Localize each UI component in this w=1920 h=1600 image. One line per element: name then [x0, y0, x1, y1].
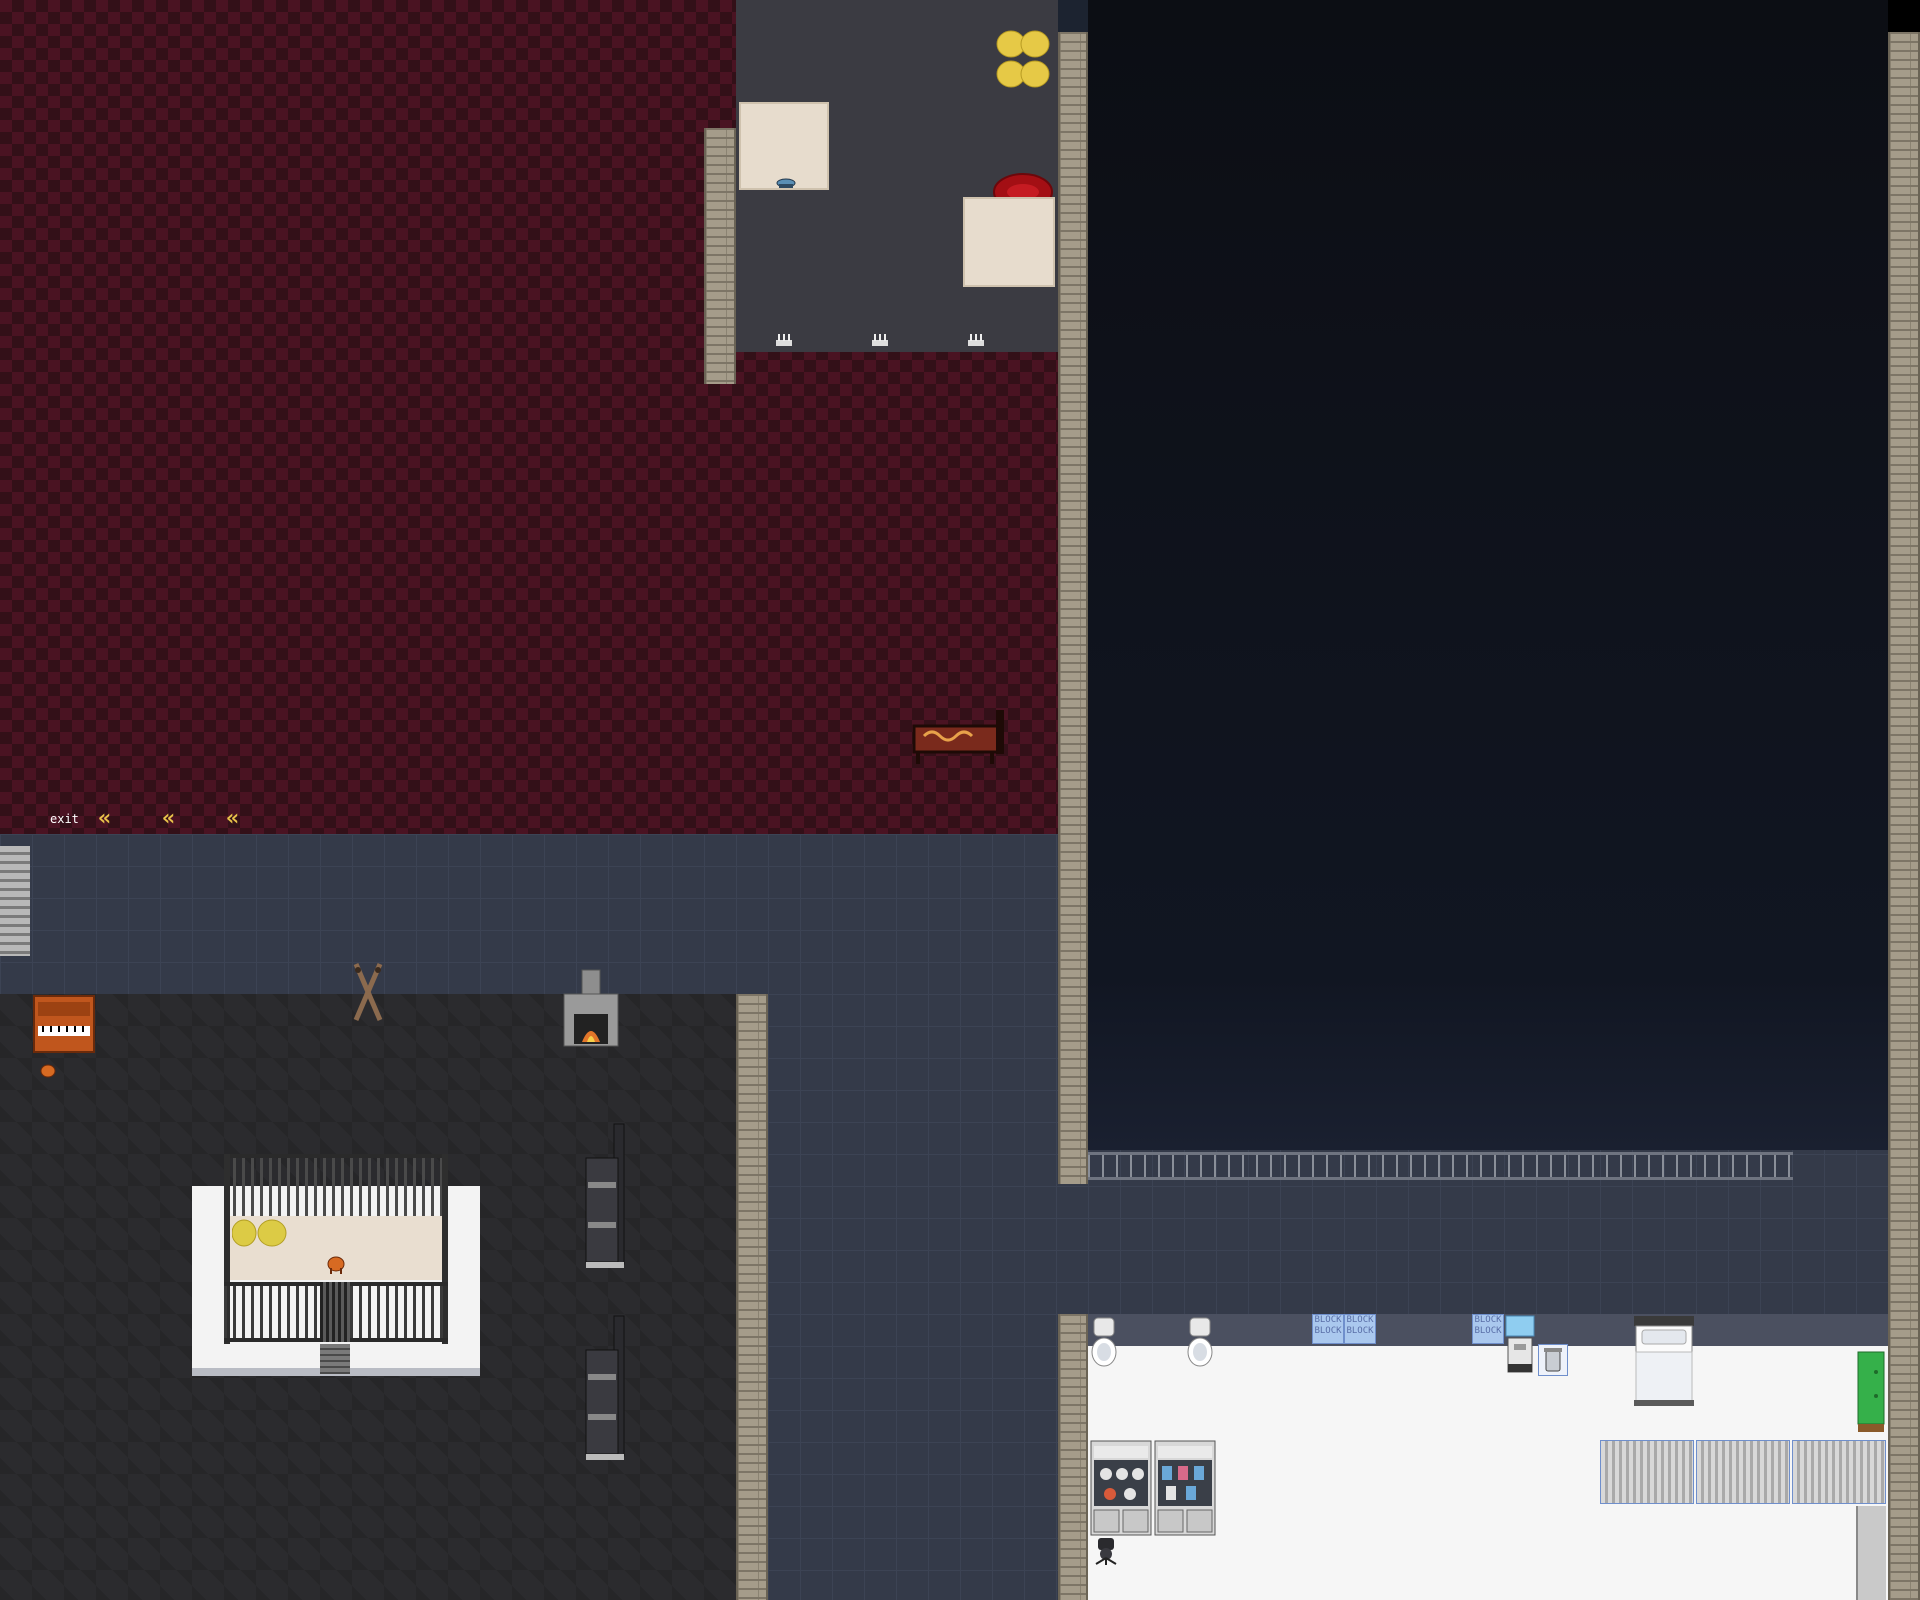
water-bowl[interactable]: [776, 175, 796, 188]
toilet-2[interactable]: [1186, 1316, 1214, 1372]
toilet-1[interactable]: [1090, 1316, 1118, 1372]
white-rug-right: [963, 197, 1055, 287]
cage-steps[interactable]: [320, 1344, 350, 1374]
water-cooler[interactable]: [1504, 1314, 1536, 1376]
medicine-cabinet-1[interactable]: [1090, 1440, 1152, 1536]
cage-stool[interactable]: [326, 1256, 346, 1276]
privacy-screen-3[interactable]: [1792, 1440, 1886, 1504]
trash-can[interactable]: [1538, 1344, 1568, 1376]
stocks-pillory-2[interactable]: [584, 1314, 628, 1470]
x-cross-frame[interactable]: [352, 962, 384, 1022]
block-marker-1: BLOCK BLOCK: [1312, 1314, 1344, 1344]
block-text-2a: BLOCK: [1346, 1315, 1374, 1325]
upright-piano[interactable]: [32, 994, 96, 1056]
brick-wall-right-edge: [1888, 32, 1920, 1600]
piano-stool[interactable]: [40, 1064, 56, 1080]
cage-door[interactable]: [320, 1282, 350, 1342]
dark-wood-bed[interactable]: [912, 706, 1008, 766]
green-wall-cabinet[interactable]: [1856, 1350, 1886, 1434]
exit-label: exit: [50, 812, 79, 826]
office-chair[interactable]: [1092, 1536, 1120, 1566]
wall-candle-2: [870, 332, 890, 348]
iron-fence-row: [1088, 1152, 1793, 1180]
brick-wall-center-vertical: [1058, 32, 1088, 1184]
brick-wall-white-room-left: [1058, 1314, 1088, 1600]
block-text-2b: BLOCK: [1346, 1326, 1374, 1336]
hospital-bed[interactable]: [1632, 1314, 1696, 1408]
privacy-screen-2[interactable]: [1696, 1440, 1790, 1504]
exit-arrow-1[interactable]: «: [98, 808, 111, 830]
brick-wall-stone-room-left: [704, 128, 736, 384]
medicine-cabinet-2[interactable]: [1154, 1440, 1216, 1536]
stairs-left[interactable]: [0, 846, 30, 956]
exit-arrow-3[interactable]: «: [226, 808, 239, 830]
block-text-3b: BLOCK: [1474, 1326, 1502, 1336]
brick-wall-parquet-room-right: [736, 994, 768, 1600]
white-room-doorway[interactable]: [1856, 1506, 1886, 1600]
wall-candle-3: [966, 332, 986, 348]
block-marker-2: BLOCK BLOCK: [1344, 1314, 1376, 1344]
cage-back-bars: [224, 1154, 448, 1216]
wall-candle-1: [774, 332, 794, 348]
exit-arrow-2[interactable]: «: [162, 808, 175, 830]
privacy-screen-1[interactable]: [1600, 1440, 1694, 1504]
stone-fireplace[interactable]: [562, 968, 620, 1048]
cage-hay-bales[interactable]: [231, 1218, 292, 1248]
block-text-1b: BLOCK: [1314, 1326, 1342, 1336]
dark-void-area: [1088, 0, 1888, 1150]
hay-bales[interactable]: [995, 24, 1053, 96]
block-marker-3: BLOCK BLOCK: [1472, 1314, 1504, 1344]
void-top-strip: [1058, 0, 1088, 32]
block-text-3a: BLOCK: [1474, 1315, 1502, 1325]
block-text-1a: BLOCK: [1314, 1315, 1342, 1325]
stocks-pillory-1[interactable]: [584, 1122, 628, 1278]
